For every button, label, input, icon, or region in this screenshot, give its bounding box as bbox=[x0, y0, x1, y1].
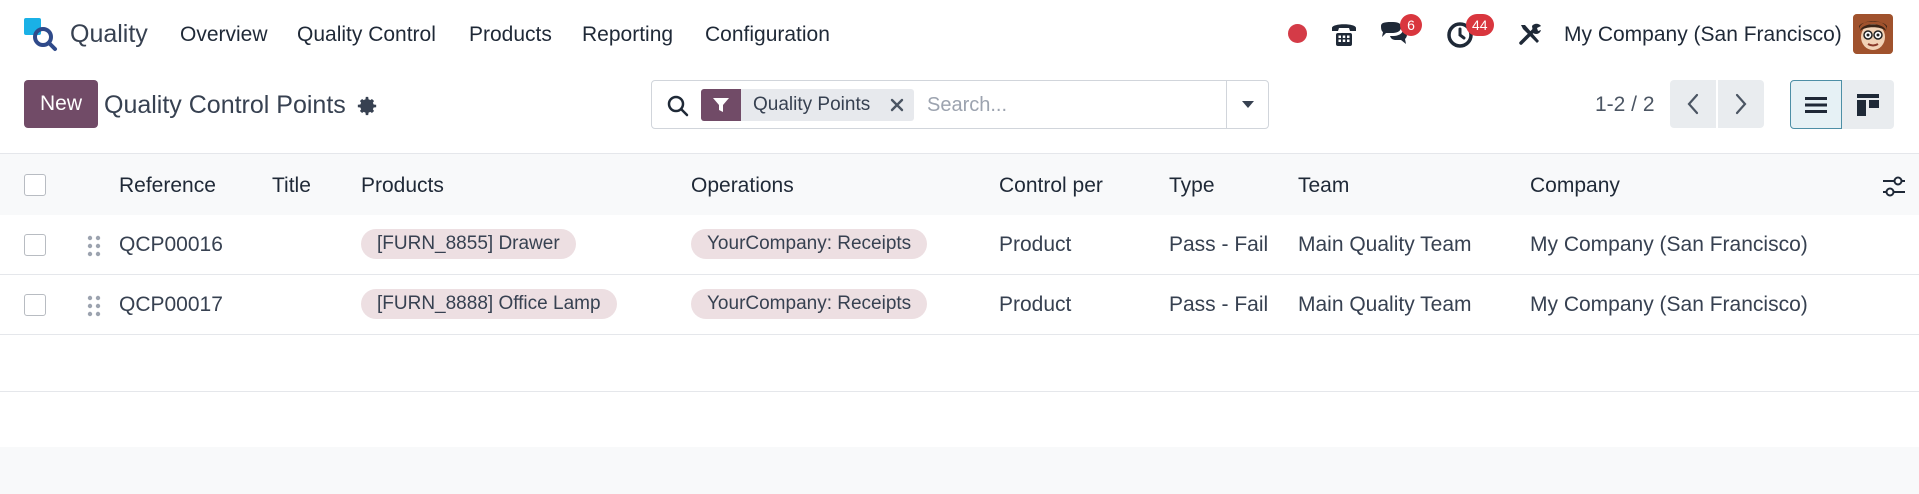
column-company[interactable]: Company bbox=[1530, 174, 1620, 198]
quality-logo-icon[interactable] bbox=[22, 16, 58, 52]
operation-tag: YourCompany: Receipts bbox=[691, 289, 928, 319]
operation-tag: YourCompany: Receipts bbox=[691, 229, 928, 259]
nav-reporting[interactable]: Reporting bbox=[582, 23, 673, 47]
cell-reference: QCP00017 bbox=[119, 293, 223, 316]
sliders-icon[interactable] bbox=[1882, 176, 1906, 204]
column-products[interactable]: Products bbox=[361, 174, 444, 198]
search-icon[interactable] bbox=[666, 94, 690, 118]
tools-icon[interactable] bbox=[1514, 18, 1546, 50]
cell-type: Pass - Fail bbox=[1169, 293, 1269, 316]
list-footer bbox=[0, 447, 1919, 494]
table-row[interactable]: QCP00016 [FURN_8855] Drawer YourCompany:… bbox=[0, 215, 1919, 275]
close-icon[interactable] bbox=[880, 89, 914, 121]
cell-reference: QCP00016 bbox=[119, 233, 223, 256]
filter-icon bbox=[701, 89, 741, 121]
pager-value[interactable]: 1-2 / 2 bbox=[1595, 93, 1655, 117]
drag-handle-icon[interactable] bbox=[87, 235, 101, 257]
cell-company: My Company (San Francisco) bbox=[1530, 233, 1808, 256]
gear-icon[interactable] bbox=[356, 95, 378, 117]
phone-icon[interactable] bbox=[1328, 18, 1360, 50]
caret-down-icon[interactable] bbox=[1226, 81, 1269, 128]
avatar[interactable] bbox=[1853, 14, 1893, 54]
select-all-checkbox[interactable] bbox=[24, 174, 46, 196]
product-tag: [FURN_8855] Drawer bbox=[361, 229, 576, 259]
table-header: Reference Title Products Operations Cont… bbox=[0, 153, 1919, 215]
cell-control-per: Product bbox=[999, 293, 1072, 316]
company-switcher[interactable]: My Company (San Francisco) bbox=[1564, 23, 1842, 47]
column-team[interactable]: Team bbox=[1298, 174, 1349, 198]
activities-badge: 44 bbox=[1466, 14, 1494, 36]
cell-team: Main Quality Team bbox=[1298, 233, 1472, 256]
messages-badge: 6 bbox=[1400, 14, 1422, 36]
chevron-left-icon[interactable] bbox=[1670, 80, 1716, 128]
kanban-view-icon[interactable] bbox=[1842, 80, 1894, 129]
search-input[interactable] bbox=[927, 90, 1227, 120]
main-navbar: Quality Overview Quality Control Product… bbox=[0, 0, 1919, 70]
new-button[interactable]: New bbox=[24, 80, 98, 128]
cell-control-per: Product bbox=[999, 233, 1072, 256]
search-facet: Quality Points bbox=[701, 89, 915, 121]
table-row[interactable]: QCP00017 [FURN_8888] Office Lamp YourCom… bbox=[0, 275, 1919, 335]
nav-products[interactable]: Products bbox=[469, 23, 552, 47]
row-checkbox[interactable] bbox=[24, 234, 46, 256]
app-name[interactable]: Quality bbox=[70, 20, 148, 49]
cell-team: Main Quality Team bbox=[1298, 293, 1472, 316]
nav-configuration[interactable]: Configuration bbox=[705, 23, 830, 47]
nav-overview[interactable]: Overview bbox=[180, 23, 268, 47]
drag-handle-icon[interactable] bbox=[87, 295, 101, 317]
cell-company: My Company (San Francisco) bbox=[1530, 293, 1808, 316]
row-checkbox[interactable] bbox=[24, 294, 46, 316]
cell-type: Pass - Fail bbox=[1169, 233, 1269, 256]
column-control-per[interactable]: Control per bbox=[999, 174, 1103, 198]
column-operations[interactable]: Operations bbox=[691, 174, 794, 198]
list-view-icon[interactable] bbox=[1790, 80, 1842, 129]
facet-label: Quality Points bbox=[753, 94, 871, 115]
nav-quality-control[interactable]: Quality Control bbox=[297, 23, 436, 47]
column-title[interactable]: Title bbox=[272, 174, 311, 198]
column-type[interactable]: Type bbox=[1169, 174, 1215, 198]
page-title[interactable]: Quality Control Points bbox=[104, 91, 346, 120]
column-reference[interactable]: Reference bbox=[119, 174, 216, 198]
search-bar: Quality Points bbox=[651, 80, 1269, 129]
empty-row bbox=[0, 335, 1919, 392]
product-tag: [FURN_8888] Office Lamp bbox=[361, 289, 617, 319]
chevron-right-icon[interactable] bbox=[1718, 80, 1764, 128]
record-dot-icon[interactable] bbox=[1288, 24, 1307, 43]
